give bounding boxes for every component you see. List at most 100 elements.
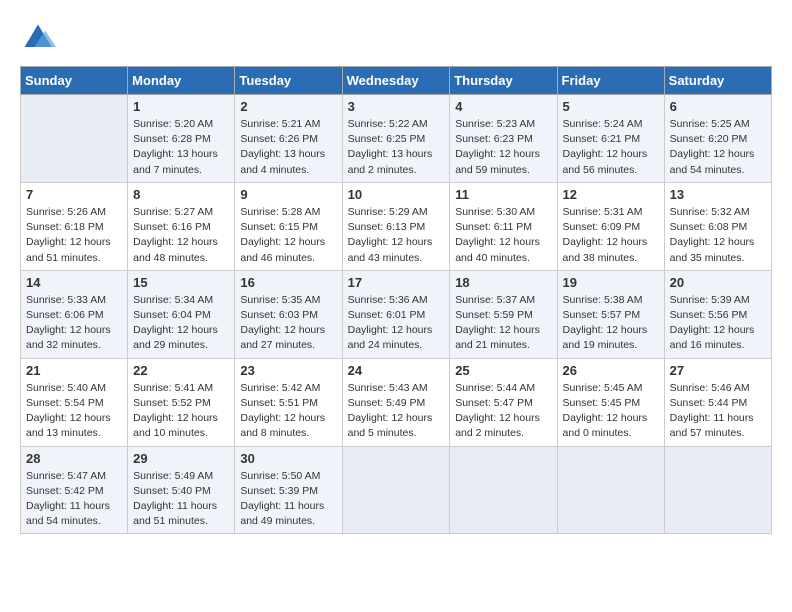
calendar-cell: 21Sunrise: 5:40 AMSunset: 5:54 PMDayligh… xyxy=(21,358,128,446)
calendar-cell: 28 Sunrise: 5:47 AMSunset: 5:42 PMDayligh… xyxy=(21,446,128,534)
day-info: Sunrise: 5:47 AMSunset: 5:42 PMDaylight:… xyxy=(26,469,122,530)
day-number: 8 xyxy=(133,187,229,202)
day-number: 21 xyxy=(26,363,122,378)
calendar-cell: 9 Sunrise: 5:28 AMSunset: 6:15 PMDaylight… xyxy=(235,182,342,270)
day-number: 25 xyxy=(455,363,551,378)
calendar-cell: 12 Sunrise: 5:31 AMSunset: 6:09 PMDayligh… xyxy=(557,182,664,270)
day-number: 11 xyxy=(455,187,551,202)
day-number: 28 xyxy=(26,451,122,466)
calendar-cell: 30 Sunrise: 5:50 AMSunset: 5:39 PMDayligh… xyxy=(235,446,342,534)
weekday-header-friday: Friday xyxy=(557,67,664,95)
calendar-cell: 8 Sunrise: 5:27 AMSunset: 6:16 PMDaylight… xyxy=(128,182,235,270)
calendar-cell: 16 Sunrise: 5:35 AMSunset: 6:03 PMDayligh… xyxy=(235,270,342,358)
day-number: 26 xyxy=(563,363,659,378)
day-number: 9 xyxy=(240,187,336,202)
day-number: 1 xyxy=(133,99,229,114)
day-number: 3 xyxy=(348,99,445,114)
calendar-cell: 25 Sunrise: 5:44 AMSunset: 5:47 PMDayligh… xyxy=(450,358,557,446)
calendar-cell: 4Sunrise: 5:23 AMSunset: 6:23 PMDaylight… xyxy=(450,95,557,183)
calendar-cell: 11 Sunrise: 5:30 AMSunset: 6:11 PMDayligh… xyxy=(450,182,557,270)
weekday-header-wednesday: Wednesday xyxy=(342,67,450,95)
day-info: Sunrise: 5:25 AMSunset: 6:20 PMDaylight:… xyxy=(670,117,766,178)
day-info: Sunrise: 5:21 AMSunset: 6:26 PMDaylight:… xyxy=(240,117,336,178)
calendar-cell xyxy=(21,95,128,183)
day-info: Sunrise: 5:50 AMSunset: 5:39 PMDaylight:… xyxy=(240,469,336,530)
day-info: Sunrise: 5:29 AMSunset: 6:13 PMDaylight:… xyxy=(348,205,445,266)
day-info: Sunrise: 5:26 AMSunset: 6:18 PMDaylight:… xyxy=(26,205,122,266)
day-number: 7 xyxy=(26,187,122,202)
weekday-header-monday: Monday xyxy=(128,67,235,95)
day-info: Sunrise: 5:43 AMSunset: 5:49 PMDaylight:… xyxy=(348,381,445,442)
calendar-week-row: 1Sunrise: 5:20 AMSunset: 6:28 PMDaylight… xyxy=(21,95,772,183)
calendar-cell: 6 Sunrise: 5:25 AMSunset: 6:20 PMDaylight… xyxy=(664,95,771,183)
day-info: Sunrise: 5:22 AMSunset: 6:25 PMDaylight:… xyxy=(348,117,445,178)
day-info: Sunrise: 5:28 AMSunset: 6:15 PMDaylight:… xyxy=(240,205,336,266)
calendar-cell xyxy=(664,446,771,534)
day-info: Sunrise: 5:30 AMSunset: 6:11 PMDaylight:… xyxy=(455,205,551,266)
day-number: 20 xyxy=(670,275,766,290)
weekday-header-tuesday: Tuesday xyxy=(235,67,342,95)
day-info: Sunrise: 5:27 AMSunset: 6:16 PMDaylight:… xyxy=(133,205,229,266)
day-info: Sunrise: 5:36 AMSunset: 6:01 PMDaylight:… xyxy=(348,293,445,354)
day-info: Sunrise: 5:23 AMSunset: 6:23 PMDaylight:… xyxy=(455,117,551,178)
day-number: 22 xyxy=(133,363,229,378)
weekday-header-sunday: Sunday xyxy=(21,67,128,95)
calendar-cell: 20 Sunrise: 5:39 AMSunset: 5:56 PMDayligh… xyxy=(664,270,771,358)
day-number: 24 xyxy=(348,363,445,378)
calendar-week-row: 21Sunrise: 5:40 AMSunset: 5:54 PMDayligh… xyxy=(21,358,772,446)
day-info: Sunrise: 5:35 AMSunset: 6:03 PMDaylight:… xyxy=(240,293,336,354)
calendar-cell xyxy=(342,446,450,534)
day-info: Sunrise: 5:45 AMSunset: 5:45 PMDaylight:… xyxy=(563,381,659,442)
calendar-cell: 15 Sunrise: 5:34 AMSunset: 6:04 PMDayligh… xyxy=(128,270,235,358)
calendar-cell: 26 Sunrise: 5:45 AMSunset: 5:45 PMDayligh… xyxy=(557,358,664,446)
day-number: 2 xyxy=(240,99,336,114)
calendar-cell: 1Sunrise: 5:20 AMSunset: 6:28 PMDaylight… xyxy=(128,95,235,183)
calendar-cell: 18 Sunrise: 5:37 AMSunset: 5:59 PMDayligh… xyxy=(450,270,557,358)
logo xyxy=(20,20,62,56)
logo-icon xyxy=(20,20,56,56)
day-info: Sunrise: 5:44 AMSunset: 5:47 PMDaylight:… xyxy=(455,381,551,442)
day-number: 30 xyxy=(240,451,336,466)
day-info: Sunrise: 5:37 AMSunset: 5:59 PMDaylight:… xyxy=(455,293,551,354)
calendar-week-row: 7 Sunrise: 5:26 AMSunset: 6:18 PMDaylight… xyxy=(21,182,772,270)
calendar-cell xyxy=(557,446,664,534)
day-number: 13 xyxy=(670,187,766,202)
day-info: Sunrise: 5:42 AMSunset: 5:51 PMDaylight:… xyxy=(240,381,336,442)
day-number: 6 xyxy=(670,99,766,114)
day-info: Sunrise: 5:41 AMSunset: 5:52 PMDaylight:… xyxy=(133,381,229,442)
calendar-cell: 7 Sunrise: 5:26 AMSunset: 6:18 PMDaylight… xyxy=(21,182,128,270)
calendar-cell: 27 Sunrise: 5:46 AMSunset: 5:44 PMDayligh… xyxy=(664,358,771,446)
day-info: Sunrise: 5:46 AMSunset: 5:44 PMDaylight:… xyxy=(670,381,766,442)
day-info: Sunrise: 5:38 AMSunset: 5:57 PMDaylight:… xyxy=(563,293,659,354)
calendar-cell: 23Sunrise: 5:42 AMSunset: 5:51 PMDayligh… xyxy=(235,358,342,446)
day-info: Sunrise: 5:33 AMSunset: 6:06 PMDaylight:… xyxy=(26,293,122,354)
day-info: Sunrise: 5:39 AMSunset: 5:56 PMDaylight:… xyxy=(670,293,766,354)
calendar-table: SundayMondayTuesdayWednesdayThursdayFrid… xyxy=(20,66,772,534)
calendar-cell: 3 Sunrise: 5:22 AMSunset: 6:25 PMDaylight… xyxy=(342,95,450,183)
calendar-cell: 10 Sunrise: 5:29 AMSunset: 6:13 PMDayligh… xyxy=(342,182,450,270)
day-number: 17 xyxy=(348,275,445,290)
day-info: Sunrise: 5:34 AMSunset: 6:04 PMDaylight:… xyxy=(133,293,229,354)
calendar-cell: 19 Sunrise: 5:38 AMSunset: 5:57 PMDayligh… xyxy=(557,270,664,358)
calendar-cell: 5Sunrise: 5:24 AMSunset: 6:21 PMDaylight… xyxy=(557,95,664,183)
day-number: 19 xyxy=(563,275,659,290)
calendar-cell xyxy=(450,446,557,534)
day-number: 16 xyxy=(240,275,336,290)
calendar-cell: 14 Sunrise: 5:33 AMSunset: 6:06 PMDayligh… xyxy=(21,270,128,358)
day-number: 5 xyxy=(563,99,659,114)
calendar-cell: 22 Sunrise: 5:41 AMSunset: 5:52 PMDayligh… xyxy=(128,358,235,446)
day-number: 12 xyxy=(563,187,659,202)
page-header xyxy=(20,20,772,56)
calendar-week-row: 28 Sunrise: 5:47 AMSunset: 5:42 PMDayligh… xyxy=(21,446,772,534)
day-info: Sunrise: 5:49 AMSunset: 5:40 PMDaylight:… xyxy=(133,469,229,530)
day-number: 29 xyxy=(133,451,229,466)
calendar-cell: 24 Sunrise: 5:43 AMSunset: 5:49 PMDayligh… xyxy=(342,358,450,446)
day-number: 14 xyxy=(26,275,122,290)
day-number: 10 xyxy=(348,187,445,202)
day-info: Sunrise: 5:31 AMSunset: 6:09 PMDaylight:… xyxy=(563,205,659,266)
day-info: Sunrise: 5:32 AMSunset: 6:08 PMDaylight:… xyxy=(670,205,766,266)
calendar-cell: 2 Sunrise: 5:21 AMSunset: 6:26 PMDaylight… xyxy=(235,95,342,183)
day-number: 18 xyxy=(455,275,551,290)
day-number: 27 xyxy=(670,363,766,378)
day-number: 15 xyxy=(133,275,229,290)
